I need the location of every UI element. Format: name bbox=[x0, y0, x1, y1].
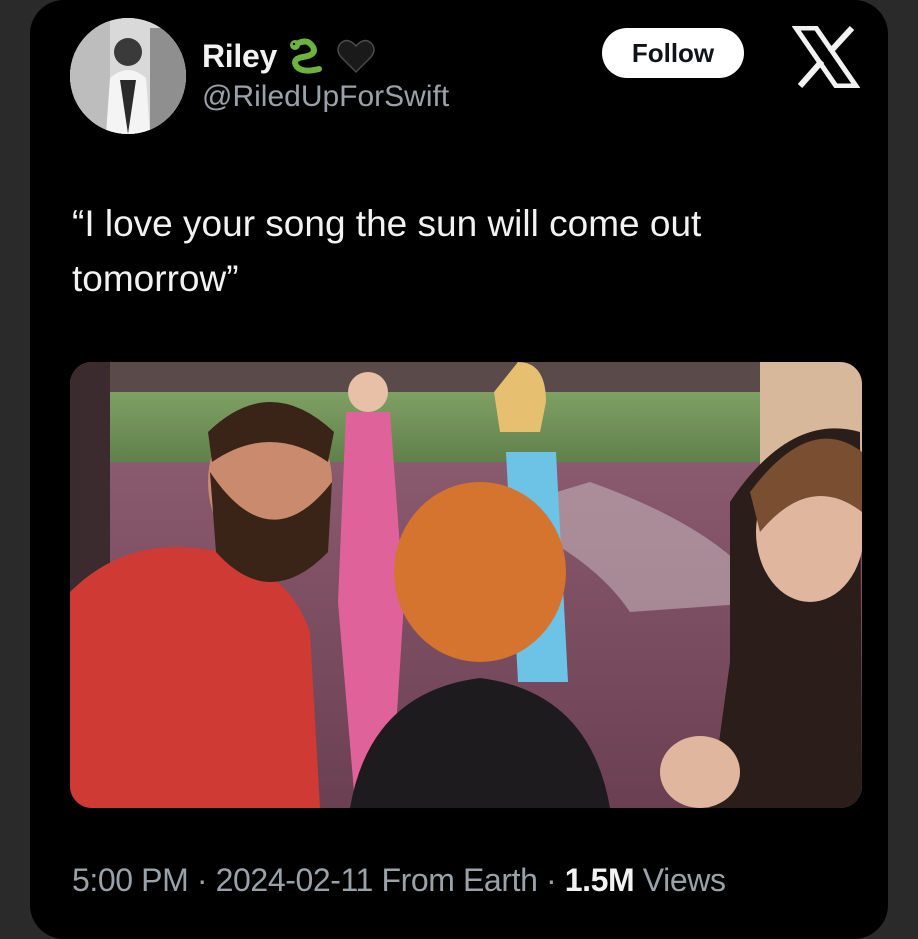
tweet-time[interactable]: 5:00 PM bbox=[72, 862, 189, 898]
black-heart-emoji bbox=[335, 35, 377, 77]
avatar[interactable] bbox=[70, 18, 186, 134]
tweet-meta: 5:00 PM · 2024-02-11 From Earth · 1.5M V… bbox=[72, 862, 726, 899]
tweet-text-line-2: tomorrow” bbox=[72, 258, 239, 299]
snake-emoji bbox=[285, 35, 327, 77]
meta-separator: · bbox=[537, 862, 565, 898]
user-handle[interactable]: @RiledUpForSwift bbox=[202, 80, 449, 114]
name-row: Riley bbox=[202, 30, 377, 82]
tweet-date[interactable]: 2024-02-11 bbox=[216, 862, 374, 898]
x-logo-icon[interactable] bbox=[791, 25, 861, 89]
meta-separator: · bbox=[188, 862, 216, 898]
display-name[interactable]: Riley bbox=[202, 38, 277, 75]
follow-button[interactable]: Follow bbox=[602, 28, 744, 78]
tweet-media-image[interactable] bbox=[70, 362, 862, 808]
tweet-text: “I love your song the sun will come out … bbox=[72, 196, 852, 306]
tweet-text-line-1: “I love your song the sun will come out bbox=[72, 203, 702, 244]
tweet-card: Riley @RiledUpForSwift Follow “I love yo… bbox=[30, 0, 888, 939]
views-count: 1.5M bbox=[564, 862, 635, 898]
tweet-source: From Earth bbox=[372, 862, 538, 898]
views-label: Views bbox=[634, 862, 726, 898]
